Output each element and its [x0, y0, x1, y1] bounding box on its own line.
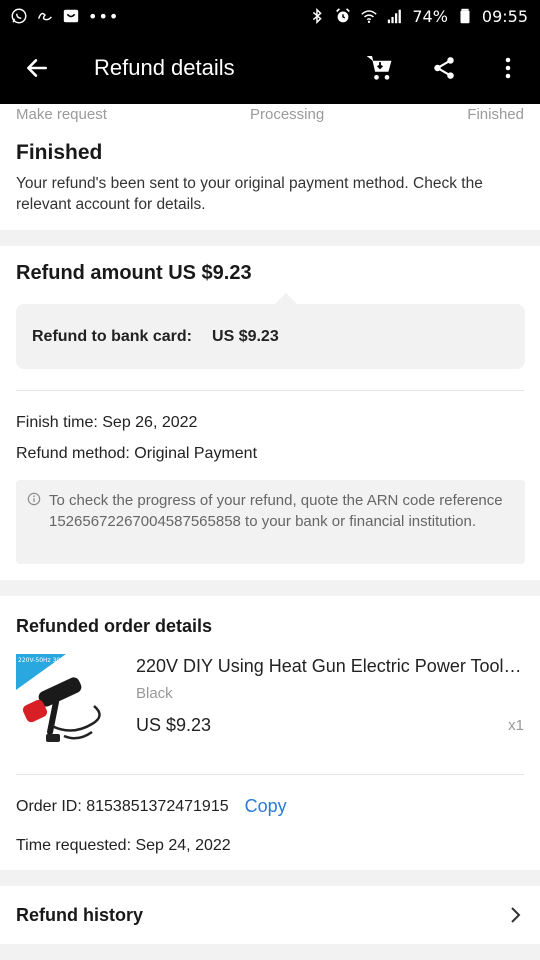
finish-time: Finish time: Sep 26, 2022	[16, 414, 198, 431]
refund-history-label: Refund history	[16, 904, 144, 925]
refund-method: Refund method: Original Payment	[16, 445, 258, 462]
product-variant: Black	[136, 685, 173, 702]
cart-button[interactable]	[348, 32, 412, 104]
product-price: US $9.23	[136, 715, 212, 735]
heat-gun-image: 220V-50Hz 300W	[16, 654, 101, 742]
whatsapp-icon	[10, 7, 28, 25]
refund-amount-card: Refund amount US $9.23 Refund to bank ca…	[0, 246, 540, 580]
refund-history-row[interactable]: Refund history	[0, 886, 540, 944]
back-button[interactable]	[0, 32, 74, 104]
wifi-icon	[360, 7, 378, 25]
refund-amount: Refund amount US $9.23	[16, 262, 252, 284]
back-arrow-icon	[27, 59, 47, 77]
bluetooth-icon	[308, 7, 326, 25]
scribble-icon	[36, 7, 54, 25]
copy-order-id-button[interactable]: Copy	[245, 796, 287, 817]
order-id-row: Order ID: 8153851372471915 Copy	[16, 796, 287, 817]
info-icon	[27, 492, 41, 506]
product-title[interactable]: 220V DIY Using Heat Gun Electric Power T…	[136, 656, 522, 677]
more-options-button[interactable]	[476, 32, 540, 104]
alarm-icon	[334, 7, 352, 25]
cart-icon	[367, 56, 392, 80]
notification-dots: •••	[88, 6, 120, 26]
status-bar: ••• 74% 09:55	[0, 0, 540, 32]
arn-notice: To check the progress of your refund, qu…	[16, 480, 525, 564]
refunded-order-card: Refunded order details 220V-50Hz 300W 22…	[0, 596, 540, 870]
share-button[interactable]	[412, 32, 476, 104]
aliexpress-bag-icon	[62, 7, 80, 25]
divider	[16, 774, 524, 775]
signal-icon	[386, 7, 404, 25]
more-vert-icon	[505, 57, 511, 79]
step-finished: Finished	[467, 106, 524, 123]
share-icon	[434, 57, 454, 79]
refund-status-card: Make request Processing Finished Finishe…	[0, 104, 540, 230]
product-image[interactable]: 220V-50Hz 300W	[16, 654, 114, 752]
step-make-request: Make request	[16, 106, 107, 123]
order-id: Order ID: 8153851372471915	[16, 797, 229, 815]
clock: 09:55	[481, 6, 528, 26]
chevron-right-icon	[511, 907, 521, 923]
step-processing: Processing	[249, 106, 325, 123]
status-title: Finished	[16, 141, 103, 164]
page-title: Refund details	[94, 55, 235, 80]
product-badge: 220V-50Hz 300W	[18, 657, 70, 664]
divider	[16, 390, 524, 391]
time-requested: Time requested: Sep 24, 2022	[16, 837, 231, 854]
battery-percent: 74%	[412, 6, 448, 26]
app-bar: Refund details	[0, 32, 540, 104]
bank-card-label: Refund to bank card:	[32, 327, 193, 345]
order-section-title: Refunded order details	[16, 616, 213, 636]
product-quantity: x1	[508, 717, 524, 734]
progress-steps: Make request Processing Finished	[16, 106, 524, 123]
battery-icon	[456, 7, 474, 25]
status-description: Your refund's been sent to your original…	[16, 175, 483, 213]
bank-card-amount: US $9.23	[212, 327, 279, 345]
bank-card-box: Refund to bank card: US $9.23	[16, 304, 525, 369]
arn-notice-text: To check the progress of your refund, qu…	[49, 492, 503, 530]
